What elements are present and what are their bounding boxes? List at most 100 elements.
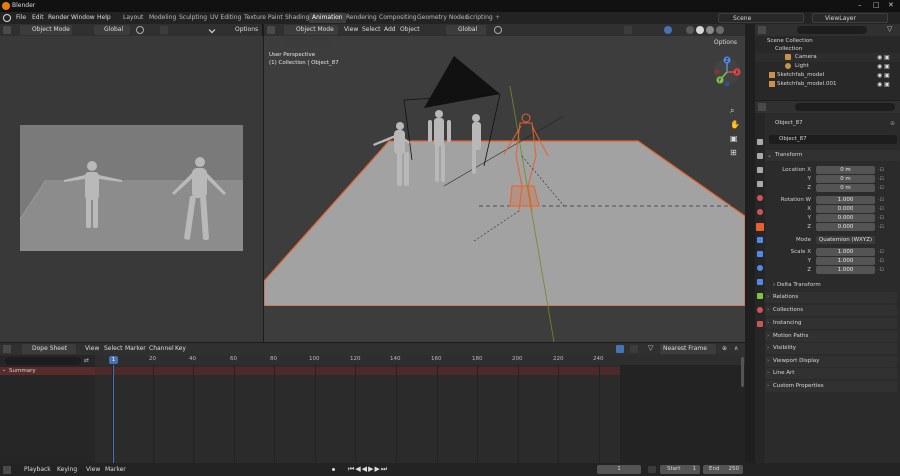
pan-hand-icon[interactable]: ✋ <box>730 120 740 130</box>
visibility-eye-icon[interactable]: ◉ ▣ <box>877 54 890 61</box>
close-icon[interactable]: ✕ <box>888 1 894 9</box>
current-frame-indicator[interactable]: 1 <box>109 356 118 364</box>
start-frame-field[interactable]: Start 1 <box>660 465 700 474</box>
menu-select[interactable]: Select <box>362 26 381 33</box>
zoom-icon[interactable]: ⌕ <box>730 106 740 116</box>
mode-selector[interactable]: Dope Sheet <box>22 344 76 354</box>
panel-relations[interactable]: › Relations <box>765 292 897 303</box>
location-x-field[interactable]: 0 m <box>816 166 875 174</box>
modifier-tab-icon[interactable] <box>757 237 763 243</box>
visibility-icon[interactable] <box>624 26 632 34</box>
rotation-y-field[interactable]: 0.000 <box>816 214 875 222</box>
gizmo-toggle-icon[interactable] <box>664 26 672 34</box>
lock-icon[interactable]: ⋅⊡ ⋅⊡ ⋅⊡ <box>878 248 884 275</box>
tab-animation[interactable]: Animation <box>309 13 346 23</box>
overlay-toggle-icon[interactable] <box>686 26 694 34</box>
channel-search-input[interactable] <box>5 357 81 365</box>
properties-search-input[interactable] <box>795 103 895 111</box>
panel-visibility[interactable]: › Visibility <box>765 343 897 354</box>
snap-icon[interactable] <box>160 26 168 34</box>
proportional-mode-icon[interactable]: ∧ <box>734 345 738 352</box>
transform-panel-header[interactable]: ⌄ Transform <box>765 150 900 161</box>
pin-icon[interactable]: ⊕ <box>890 120 895 127</box>
3d-viewport[interactable]: Object Mode View Select Add Object Globa… <box>264 24 745 342</box>
menu-view[interactable]: View <box>85 345 99 352</box>
panel-viewport-display[interactable]: › Viewport Display <box>765 356 897 367</box>
outliner-item-sketchfab-model-001[interactable]: Sketchfab_model.001 <box>777 81 836 87</box>
location-z-field[interactable]: 0 m <box>816 184 875 192</box>
collection-label[interactable]: Collection <box>775 46 802 52</box>
menu-playback[interactable]: Playback <box>24 466 51 473</box>
blender-menu-icon[interactable] <box>3 14 11 22</box>
tab-sculpting[interactable]: Sculpting <box>176 13 210 23</box>
rotation-w-field[interactable]: 1.000 <box>816 196 875 204</box>
filter-icon[interactable]: ▽ <box>648 344 653 352</box>
lock-icon[interactable]: ⋅⊡ ⋅⊡ ⋅⊡ ⋅⊡ <box>878 196 884 232</box>
world-tab-icon[interactable] <box>757 209 763 215</box>
panel-instancing[interactable]: › Instancing <box>765 318 897 329</box>
outliner-item-light[interactable]: Light <box>795 63 809 69</box>
outliner-search-input[interactable] <box>797 26 867 34</box>
visibility-eye-icon[interactable]: ◉ ▣ <box>877 72 890 79</box>
menu-help[interactable]: Help <box>97 14 111 21</box>
object-name-field[interactable]: Object_87 <box>769 135 897 144</box>
outliner-item-camera[interactable]: Camera <box>795 54 817 60</box>
lock-icon[interactable]: ⋅⊡ ⋅⊡ ⋅⊡ <box>878 166 884 193</box>
options-button[interactable]: Options <box>232 25 261 35</box>
tab-uv-editing[interactable]: UV Editing <box>207 13 244 23</box>
panel-collections[interactable]: › Collections <box>765 305 897 316</box>
solid-shading-icon[interactable] <box>696 26 704 34</box>
preview-range-icon[interactable] <box>648 466 656 473</box>
filter-icon[interactable]: ▽ <box>887 25 892 33</box>
data-tab-icon[interactable] <box>757 293 763 299</box>
rotation-x-field[interactable]: 0.000 <box>816 205 875 213</box>
scale-z-field[interactable]: 1.000 <box>816 266 875 274</box>
visibility-eye-icon[interactable]: ◉ ▣ <box>877 63 890 70</box>
render-tab-icon[interactable] <box>757 153 763 159</box>
menu-key[interactable]: Key <box>175 345 186 352</box>
object-tab-icon[interactable] <box>756 223 764 231</box>
proportional-icon[interactable]: ⊕ <box>722 345 727 352</box>
visibility-icon[interactable] <box>208 26 216 34</box>
menu-select[interactable]: Select <box>104 345 123 352</box>
transform-orientation[interactable]: Global <box>446 25 486 35</box>
menu-window[interactable]: Window <box>71 14 95 21</box>
only-selected-icon[interactable] <box>616 345 624 353</box>
menu-keying[interactable]: Keying <box>57 466 77 473</box>
menu-marker[interactable]: Marker <box>105 466 126 473</box>
outliner[interactable]: ▽ Scene Collection Collection Camera Lig… <box>755 24 900 100</box>
visibility-eye-icon[interactable]: ◉ ▣ <box>877 81 890 88</box>
constraints-tab-icon[interactable] <box>757 279 763 285</box>
rotation-mode-select[interactable]: Quaternion (WXYZ) <box>816 236 875 244</box>
add-workspace-button[interactable]: + <box>492 13 503 23</box>
menu-object[interactable]: Object <box>400 26 420 33</box>
tab-scripting[interactable]: Scripting <box>463 13 496 23</box>
tab-shading[interactable]: Shading <box>282 13 312 23</box>
swap-icon[interactable]: ⇄ <box>84 357 89 364</box>
scene-collection-label[interactable]: Scene Collection <box>767 38 813 44</box>
navigation-gizmo[interactable]: X Z Y <box>712 52 742 96</box>
delta-transform-label[interactable]: › Delta Transform <box>773 282 821 288</box>
scene-selector[interactable]: Scene <box>718 13 804 23</box>
minimize-icon[interactable]: – <box>858 1 862 9</box>
menu-view[interactable]: View <box>344 26 358 33</box>
particles-tab-icon[interactable] <box>757 251 763 257</box>
panel-motion-paths[interactable]: › Motion Paths <box>765 331 897 342</box>
ortho-grid-icon[interactable]: ⊞ <box>730 148 740 158</box>
mode-selector[interactable]: Object Mode <box>284 25 338 35</box>
editor-type-icon[interactable] <box>3 466 11 474</box>
panel-custom-properties[interactable]: › Custom Properties <box>765 381 897 392</box>
camera-view-icon[interactable]: ▣ <box>730 134 740 144</box>
scale-y-field[interactable]: 1.000 <box>816 257 875 265</box>
tab-modeling[interactable]: Modeling <box>146 13 179 23</box>
menu-view[interactable]: View <box>86 466 100 473</box>
panel-line-art[interactable]: › Line Art <box>765 368 897 379</box>
dope-sheet-editor[interactable]: Dope Sheet View Select Marker Channel Ke… <box>0 343 745 463</box>
location-y-field[interactable]: 0 m <box>816 175 875 183</box>
physics-tab-icon[interactable] <box>757 265 763 271</box>
snap-mode-select[interactable]: Nearest Frame <box>660 344 716 354</box>
show-hidden-icon[interactable] <box>630 345 638 353</box>
menu-channel[interactable]: Channel <box>149 345 174 352</box>
menu-render[interactable]: Render <box>48 14 69 21</box>
tab-texture-paint[interactable]: Texture Paint <box>241 13 286 23</box>
